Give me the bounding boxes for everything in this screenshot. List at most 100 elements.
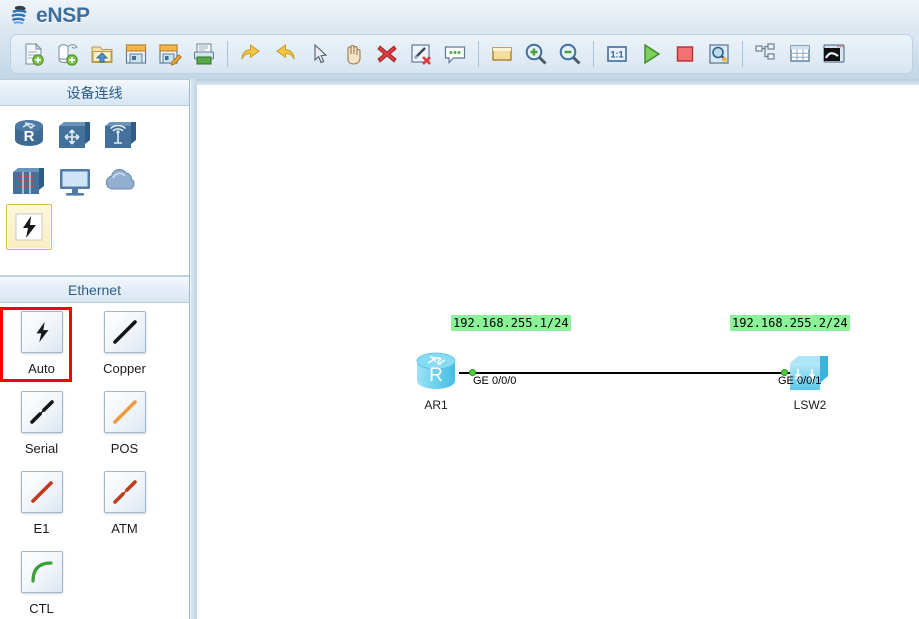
console-button[interactable] [819,38,849,70]
zoom-in-icon [525,43,547,65]
grid-button[interactable] [785,38,815,70]
link-auto[interactable]: Auto [0,307,83,391]
svg-text:1:1: 1:1 [610,50,623,60]
new-topology-button[interactable] [19,38,49,70]
link-ctl-icon-box [20,551,63,593]
device-firewall[interactable] [6,158,52,204]
cursor-arrow-icon [314,43,328,64]
e1-cable-icon [30,481,53,503]
comment-balloon-icon [444,46,466,64]
device-endpoint[interactable] [52,158,98,204]
hand-icon [347,45,361,65]
device-palette: R [0,106,189,276]
node-ar1-label: AR1 [424,398,448,412]
titlebar: eNSP [0,0,919,31]
zoom-out-button[interactable] [555,38,585,70]
select-tool-button[interactable] [304,38,334,70]
svg-text:R: R [24,128,35,145]
toolbar-button-group: 1:1 [10,34,913,74]
pc-monitor-icon [60,169,90,196]
link-ctl-label: CTL [29,601,54,616]
link-serial[interactable]: Serial [0,391,83,471]
ensp-main-window: eNSP 1:1 设备连线 R Ethernet Auto Copper Ser… [0,0,919,619]
new-scroll-icon [58,44,78,66]
link-section-header: Ethernet [0,276,189,303]
link-serial-icon-box [20,391,63,433]
toolbar-separator [593,41,594,67]
floppy-save-icon [125,44,147,64]
capture-button[interactable] [704,38,734,70]
link-atm[interactable]: ATM [83,471,166,551]
floppy-save-as-icon [159,44,182,66]
zoom-actual-button[interactable]: 1:1 [602,38,632,70]
link-auto-icon-box [20,311,63,353]
link-e1-label: E1 [33,521,50,536]
link-ar1-lsw2[interactable] [459,372,799,374]
toolbar-separator [742,41,743,67]
toolbar-separator [478,41,479,67]
left-sidebar: 设备连线 R Ethernet Auto Copper Serial POS E… [0,79,190,619]
link-pos-label: POS [110,441,139,456]
port-label-lsw2: GE 0/0/1 [778,375,822,387]
open-folder-icon [91,46,113,63]
add-note-button[interactable] [440,38,470,70]
firewall-icon [13,168,44,194]
toolbar-separator [227,41,228,67]
red-x-icon [377,45,397,63]
device-cloud[interactable] [98,158,144,204]
device-section-title: 设备连线 [66,84,123,101]
copper-cable-icon [112,320,137,344]
packet-capture-icon [709,44,729,64]
link-copper-label: Copper [103,361,146,376]
redo-button[interactable] [270,38,300,70]
port-label-ar1: GE 0/0/0 [473,375,517,387]
device-link[interactable] [6,204,52,250]
undo-arrow-icon [241,44,260,60]
undo-button[interactable] [236,38,266,70]
green-play-icon [644,43,661,65]
link-pos[interactable]: POS [83,391,166,471]
link-serial-label: Serial [24,441,59,456]
zoom-1to1-icon: 1:1 [607,46,627,62]
link-auto-label: Auto [28,361,55,376]
new-from-template-button[interactable] [53,38,83,70]
stop-all-button[interactable] [670,38,700,70]
lightning-link-icon [15,213,43,241]
link-e1[interactable]: E1 [0,471,83,551]
delete-link-button[interactable] [406,38,436,70]
print-button[interactable] [189,38,219,70]
ctl-cable-icon [30,561,53,583]
delete-button[interactable] [372,38,402,70]
switch-icon [790,356,828,390]
node-ar1[interactable]: R [409,349,463,402]
link-e1-icon-box [20,471,63,513]
pan-tool-button[interactable] [338,38,368,70]
ip-badge-ar1: 192.168.255.1/24 [451,315,571,331]
link-copper[interactable]: Copper [83,311,166,391]
topology-tree-button[interactable] [751,38,781,70]
device-switch[interactable] [52,112,98,158]
zoom-in-button[interactable] [521,38,551,70]
router-icon: R [416,352,456,389]
add-shape-button[interactable] [487,38,517,70]
save-as-button[interactable] [155,38,185,70]
wlan-ap-icon [105,122,136,148]
ensp-logo-icon [8,4,34,28]
cloud-icon [105,168,135,190]
lightning-link-icon [35,321,48,343]
link-pos-icon-box [103,391,146,433]
app-title: eNSP [36,3,90,27]
tree-view-icon [755,43,775,60]
device-router[interactable]: R [6,112,52,158]
device-wlan[interactable] [98,112,144,158]
topology-canvas[interactable]: 192.168.255.1/24 R AR1 GE 0/0/0 192.168.… [197,85,919,619]
link-section-title: Ethernet [68,281,121,298]
save-button[interactable] [121,38,151,70]
printer-icon [194,43,214,65]
open-button[interactable] [87,38,117,70]
start-all-button[interactable] [636,38,666,70]
node-lsw2-label: LSW2 [793,398,827,412]
link-ctl[interactable]: CTL [0,551,83,619]
cli-console-icon [823,44,845,63]
pos-cable-icon [112,400,137,424]
